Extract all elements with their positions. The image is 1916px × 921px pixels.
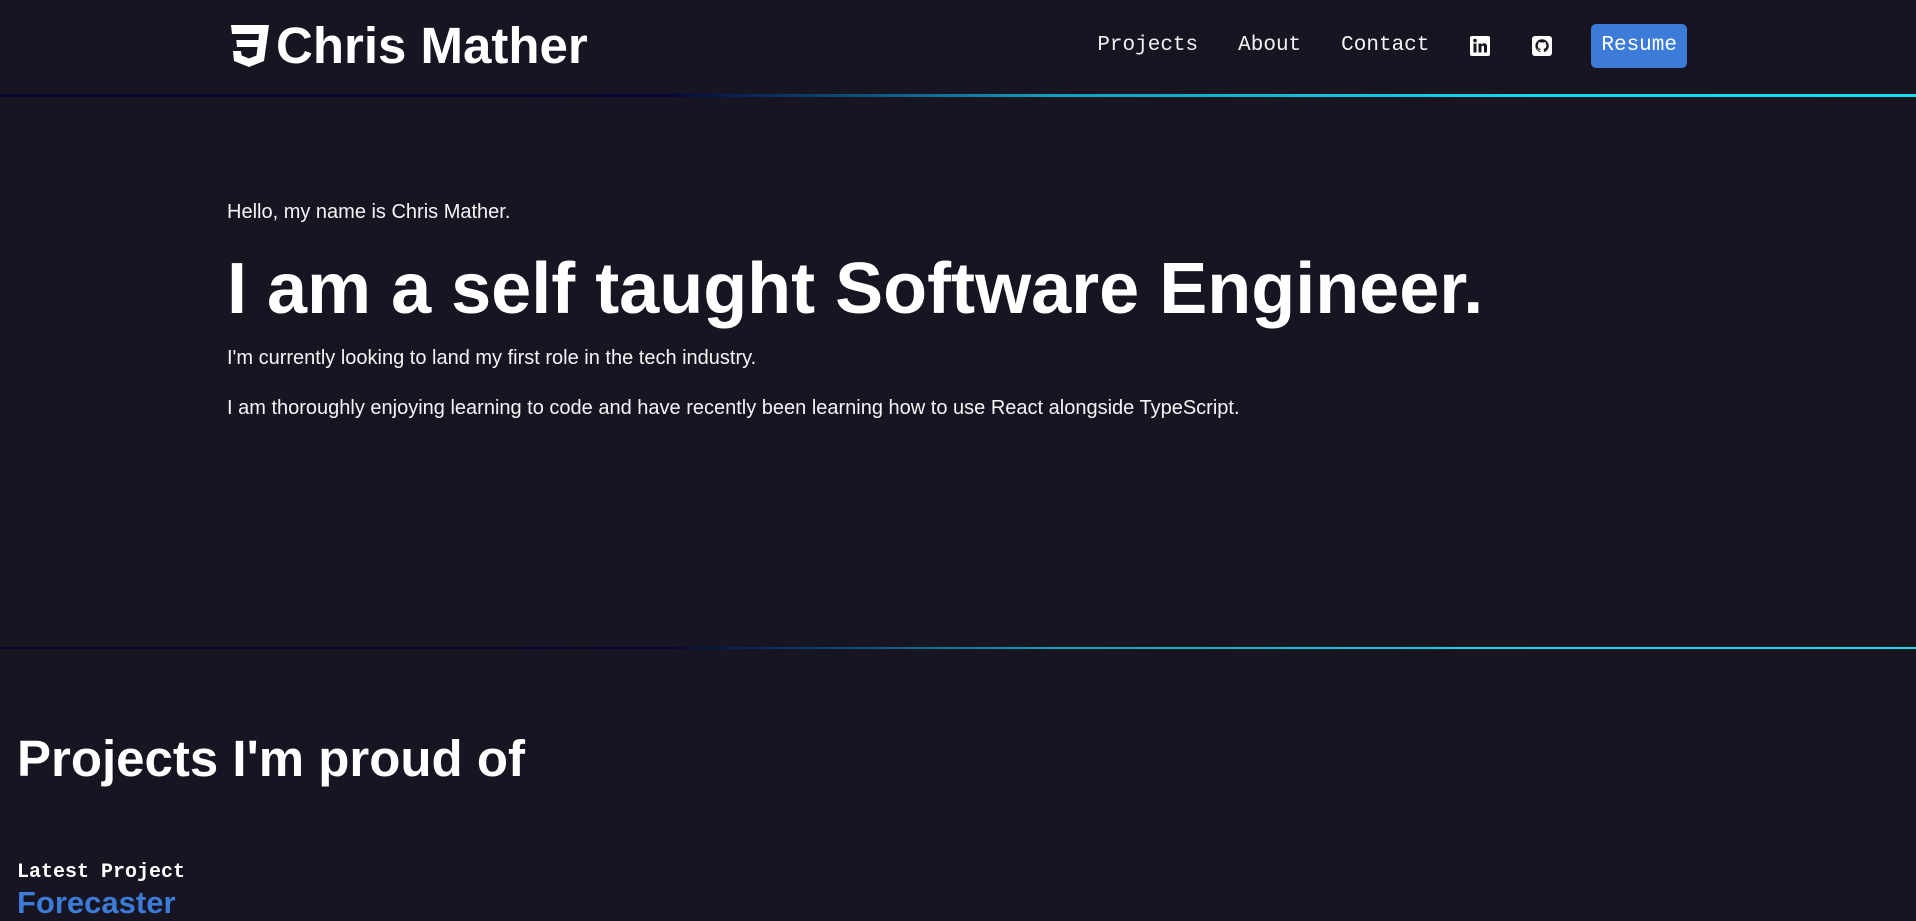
site-header: Chris Mather Projects About Contact Resu… (0, 0, 1916, 94)
latest-project-label: Latest Project (17, 861, 186, 884)
resume-button[interactable]: Resume (1591, 24, 1687, 68)
latest-project-link[interactable]: Forecaster (17, 884, 176, 921)
header-divider (0, 94, 1916, 97)
hero-headline: I am a self taught Software Engineer. (227, 249, 1484, 329)
hero-section: Hello, my name is Chris Mather. I am a s… (227, 196, 1727, 424)
nav-link-contact[interactable]: Contact (1341, 24, 1429, 68)
linkedin-icon[interactable] (1469, 35, 1491, 57)
brand[interactable]: Chris Mather (226, 20, 588, 72)
css3-shield-icon (231, 25, 269, 67)
hero-greeting: Hello, my name is Chris Mather. (227, 201, 511, 223)
github-icon[interactable] (1531, 35, 1553, 57)
nav-link-projects[interactable]: Projects (1097, 24, 1198, 68)
hero-paragraph-1: I'm currently looking to land my first r… (227, 347, 757, 369)
main-nav: Projects About Contact Resume (1097, 24, 1687, 68)
brand-name: Chris Mather (276, 17, 588, 74)
hero-paragraph-2: I am thoroughly enjoying learning to cod… (227, 397, 1240, 419)
nav-link-about[interactable]: About (1238, 24, 1301, 68)
section-divider (0, 647, 1916, 649)
projects-title: Projects I'm proud of (17, 730, 526, 787)
page: Chris Mather Projects About Contact Resu… (0, 0, 1916, 921)
